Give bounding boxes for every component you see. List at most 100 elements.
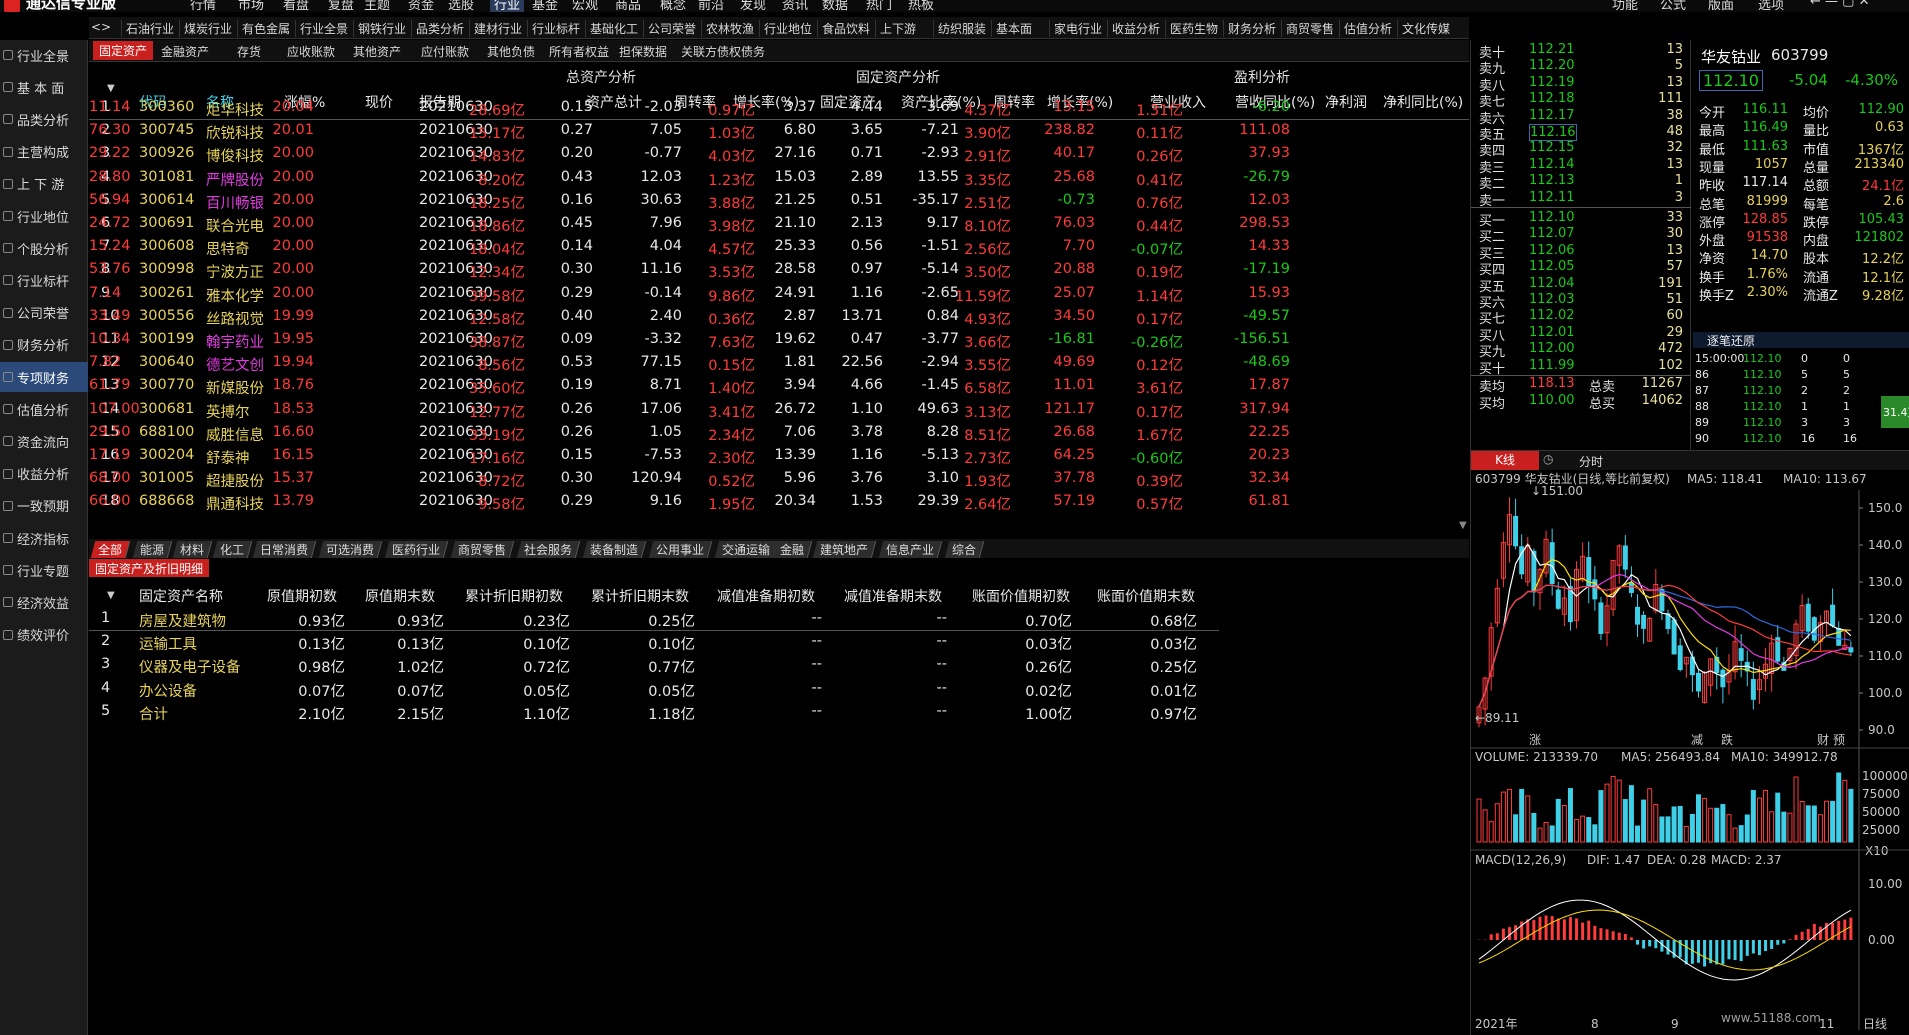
- stock-name-cell[interactable]: 舒泰神: [206, 447, 250, 468]
- sector-tab[interactable]: 可选消费: [318, 541, 383, 558]
- stock-name-cell[interactable]: 翰宇药业: [206, 331, 264, 352]
- table-row[interactable]: 15 688100 威胜信息 16.60 29.50 20210630 33.19亿 0.26…: [89, 422, 1469, 445]
- top-menu-item[interactable]: 资讯: [782, 0, 808, 12]
- table-row[interactable]: 9 300261 雅本化学 20.00 7.14 20210630 39.58亿 0.29 -0…: [89, 283, 1469, 306]
- fixed-table-row[interactable]: 2 运输工具 0.13亿 0.13亿 0.10亿 0.10亿 -- -- 0.03亿 0.03亿: [89, 631, 1219, 654]
- stock-code-cell[interactable]: 688100: [139, 424, 194, 440]
- bid-row[interactable]: 买四 112.05 57: [1471, 259, 1691, 278]
- stock-code-cell[interactable]: 301005: [139, 470, 194, 486]
- stock-code-cell[interactable]: 300770: [139, 377, 194, 393]
- fixed-column-header[interactable]: 账面价值期末数: [1097, 586, 1195, 606]
- stock-name-cell[interactable]: 欣锐科技: [206, 122, 264, 143]
- bid-row[interactable]: 买九 112.00 472: [1471, 341, 1691, 360]
- tab-intraday[interactable]: 分时: [1579, 453, 1603, 470]
- sort-dropdown-icon[interactable]: ▼: [107, 83, 115, 94]
- stock-name-cell[interactable]: 威胜信息: [206, 424, 264, 445]
- top-menu-item[interactable]: 选股: [448, 0, 474, 12]
- top-menu-item[interactable]: 主题: [364, 0, 390, 12]
- fixed-column-header[interactable]: 减值准备期末数: [844, 586, 942, 606]
- sector-tab[interactable]: 装备制造: [582, 541, 647, 558]
- top-menu-item[interactable]: 前沿: [698, 0, 724, 12]
- stock-code-cell[interactable]: 688668: [139, 493, 194, 509]
- scroll-down-icon[interactable]: ▼: [1459, 520, 1467, 531]
- sector-tab[interactable]: 建筑地产: [812, 541, 877, 558]
- fixed-table-row[interactable]: 4 办公设备 0.07亿 0.07亿 0.05亿 0.05亿 -- -- 0.02亿 0.01亿: [89, 678, 1219, 701]
- subtab-5[interactable]: 应付账款: [421, 43, 469, 60]
- ask-row[interactable]: 卖九 112.20 5: [1471, 58, 1691, 77]
- industry-tab[interactable]: 估值分析: [1339, 20, 1392, 37]
- industry-tab[interactable]: 文化传媒: [1397, 20, 1450, 37]
- sidebar-item[interactable]: 专项财务: [0, 362, 88, 392]
- table-row[interactable]: 14 300681 英搏尔 18.53 107.00 20210630 12.77亿 0.26…: [89, 399, 1469, 422]
- industry-tab[interactable]: 农林牧渔: [701, 20, 754, 37]
- stock-name-cell[interactable]: 博俊科技: [206, 145, 264, 166]
- top-menu-item[interactable]: 热门: [866, 0, 892, 12]
- bid-row[interactable]: 买二 112.07 30: [1471, 226, 1691, 245]
- fixed-column-header[interactable]: 减值准备期初数: [717, 586, 815, 606]
- sector-tab[interactable]: 社会服务: [516, 541, 581, 558]
- stock-name-cell[interactable]: 新媒股份: [206, 377, 264, 398]
- industry-tab[interactable]: 有色金属: [237, 20, 290, 37]
- dropdown-icon[interactable]: ▼: [107, 590, 115, 601]
- sector-tab[interactable]: 全部: [90, 541, 131, 558]
- top-menu-right-item[interactable]: 公式: [1660, 0, 1686, 12]
- industry-tab[interactable]: 上下游: [875, 20, 916, 37]
- sidebar-item[interactable]: 行业专题: [0, 555, 88, 585]
- table-row[interactable]: 17 301005 超捷股份 15.37 68.00 20210630 8.72亿 0.30 1…: [89, 468, 1469, 491]
- top-menu-right-item[interactable]: 选项: [1758, 0, 1784, 12]
- tab-kline[interactable]: K线: [1471, 451, 1539, 470]
- subtab-3[interactable]: 应收账款: [287, 43, 335, 60]
- top-menu-item[interactable]: 概念: [660, 0, 686, 12]
- sidebar-item[interactable]: 经济指标: [0, 523, 88, 553]
- top-menu-item[interactable]: 热板: [908, 0, 934, 12]
- sector-tab[interactable]: 综合: [944, 541, 985, 558]
- bid-row[interactable]: 买十 111.99 102: [1471, 358, 1691, 377]
- stock-code-cell[interactable]: 300681: [139, 401, 194, 417]
- industry-tab[interactable]: 收益分析: [1107, 20, 1160, 37]
- industry-tab[interactable]: 建材行业: [469, 20, 522, 37]
- top-menu-item[interactable]: 复盘: [328, 0, 354, 12]
- subtab-0[interactable]: 固定资产: [93, 41, 154, 60]
- stock-code-cell[interactable]: 300261: [139, 285, 194, 301]
- sector-tab[interactable]: 医药行业: [384, 541, 449, 558]
- stock-code-cell[interactable]: 300199: [139, 331, 194, 347]
- stock-name-cell[interactable]: 德艺文创: [206, 354, 264, 375]
- table-row[interactable]: 18 688668 鼎通科技 13.79 66.00 20210630 9.58亿 0.29 9…: [89, 491, 1469, 514]
- top-menu-right-item[interactable]: 版面: [1708, 0, 1734, 12]
- table-row[interactable]: 2 300745 欣锐科技 20.01 76.30 20210630 15.17亿 0.27 7…: [89, 120, 1469, 143]
- ask-row[interactable]: 卖七 112.18 111: [1471, 91, 1691, 110]
- industry-tab[interactable]: 钢铁行业: [353, 20, 406, 37]
- table-row[interactable]: 5 300614 百川畅银 20.00 56.94 20210630 18.25亿 0.16 3…: [89, 190, 1469, 213]
- clock-icon[interactable]: ◷: [1543, 452, 1553, 466]
- sidebar-item[interactable]: 品类分析: [0, 104, 88, 134]
- industry-tab[interactable]: 纺织服装: [933, 20, 986, 37]
- subtab-1[interactable]: 金融资产: [161, 43, 209, 60]
- table-row[interactable]: 13 300770 新媒股份 18.76 61.79 20210630 35.60亿 0.19…: [89, 375, 1469, 398]
- stock-name-cell[interactable]: 鼎通科技: [206, 493, 264, 514]
- stock-code-cell[interactable]: 300204: [139, 447, 194, 463]
- ask-row[interactable]: 卖五 112.16 48: [1471, 124, 1691, 143]
- sector-tab[interactable]: 材料: [172, 541, 213, 558]
- stock-code-cell[interactable]: 300556: [139, 308, 194, 324]
- sidebar-item[interactable]: 上 下 游: [0, 169, 88, 199]
- top-menu-right-item[interactable]: 功能: [1612, 0, 1638, 12]
- stock-code-cell[interactable]: 301081: [139, 169, 194, 185]
- stock-code-cell[interactable]: 300926: [139, 145, 194, 161]
- window-controls-icon[interactable]: ← — ▢ ✕: [1810, 0, 1869, 9]
- industry-tab[interactable]: 行业标杆: [527, 20, 580, 37]
- industry-tab[interactable]: 基本面: [991, 20, 1032, 37]
- event-marker[interactable]: 财: [1817, 733, 1829, 747]
- table-row[interactable]: 3 300926 博俊科技 20.00 29.22 20210630 14.83亿 0.20-…: [89, 143, 1469, 166]
- subtab-9[interactable]: 关联方债权债务: [681, 43, 765, 60]
- top-menu-item[interactable]: 资金: [408, 0, 434, 12]
- fixed-column-header[interactable]: 原值期末数: [365, 586, 435, 606]
- stock-name-cell[interactable]: 联合光电: [206, 215, 264, 236]
- subtab-8[interactable]: 担保数据: [619, 43, 667, 60]
- table-row[interactable]: 12 300640 德艺文创 19.94 7.82 20210630 8.56亿 0.53 77…: [89, 352, 1469, 375]
- subtab-7[interactable]: 所有者权益: [549, 43, 609, 60]
- sidebar-item[interactable]: 绩效评价: [0, 620, 88, 650]
- top-menu-item[interactable]: 行情: [190, 0, 216, 12]
- stock-code-cell[interactable]: 300998: [139, 261, 194, 277]
- sidebar-item[interactable]: 一致预期: [0, 491, 88, 521]
- industry-tab[interactable]: 商贸零售: [1281, 20, 1334, 37]
